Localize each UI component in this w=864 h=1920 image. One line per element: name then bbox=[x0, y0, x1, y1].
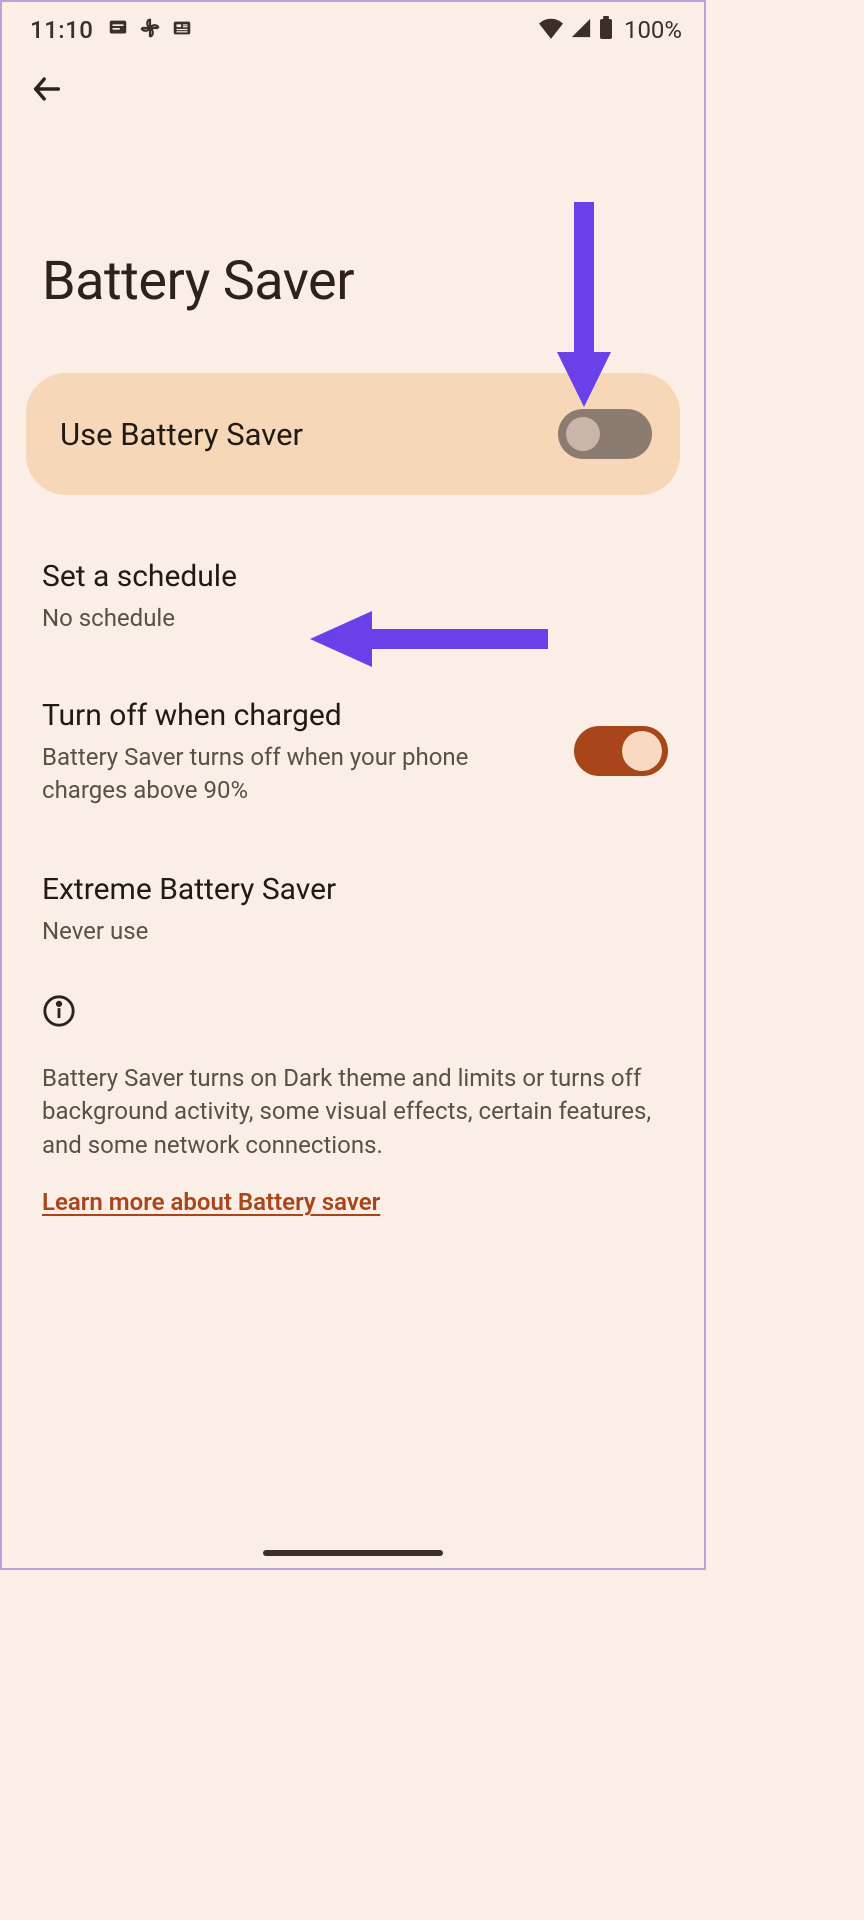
status-bar: 11:10 100% bbox=[2, 2, 704, 54]
set-schedule-title: Set a schedule bbox=[42, 557, 664, 596]
use-battery-saver-label: Use Battery Saver bbox=[60, 416, 303, 453]
nav-pill[interactable] bbox=[263, 1550, 443, 1556]
extreme-saver-row[interactable]: Extreme Battery Saver Never use bbox=[2, 840, 704, 975]
turn-off-charged-row[interactable]: Turn off when charged Battery Saver turn… bbox=[2, 674, 704, 828]
messages-icon bbox=[107, 17, 129, 43]
use-battery-saver-toggle[interactable] bbox=[558, 409, 652, 459]
battery-icon bbox=[598, 16, 614, 44]
learn-more-link[interactable]: Learn more about Battery saver bbox=[42, 1188, 380, 1216]
back-button[interactable] bbox=[2, 54, 704, 120]
battery-percentage: 100% bbox=[624, 16, 682, 44]
annotation-arrow-left bbox=[302, 607, 548, 675]
turn-off-title: Turn off when charged bbox=[42, 696, 522, 735]
turn-off-subtitle: Battery Saver turns off when your phone … bbox=[42, 741, 522, 806]
pinwheel-icon bbox=[139, 17, 161, 43]
wifi-icon bbox=[538, 17, 564, 43]
annotation-arrow-down bbox=[552, 202, 616, 416]
extreme-subtitle: Never use bbox=[42, 915, 664, 947]
signal-icon bbox=[570, 17, 592, 43]
turn-off-toggle[interactable] bbox=[574, 726, 668, 776]
info-section: Battery Saver turns on Dark theme and li… bbox=[2, 994, 704, 1217]
info-icon bbox=[42, 994, 664, 1032]
status-time: 11:10 bbox=[30, 16, 93, 44]
extreme-title: Extreme Battery Saver bbox=[42, 870, 664, 909]
news-icon bbox=[171, 17, 193, 43]
info-text: Battery Saver turns on Dark theme and li… bbox=[42, 1062, 664, 1163]
